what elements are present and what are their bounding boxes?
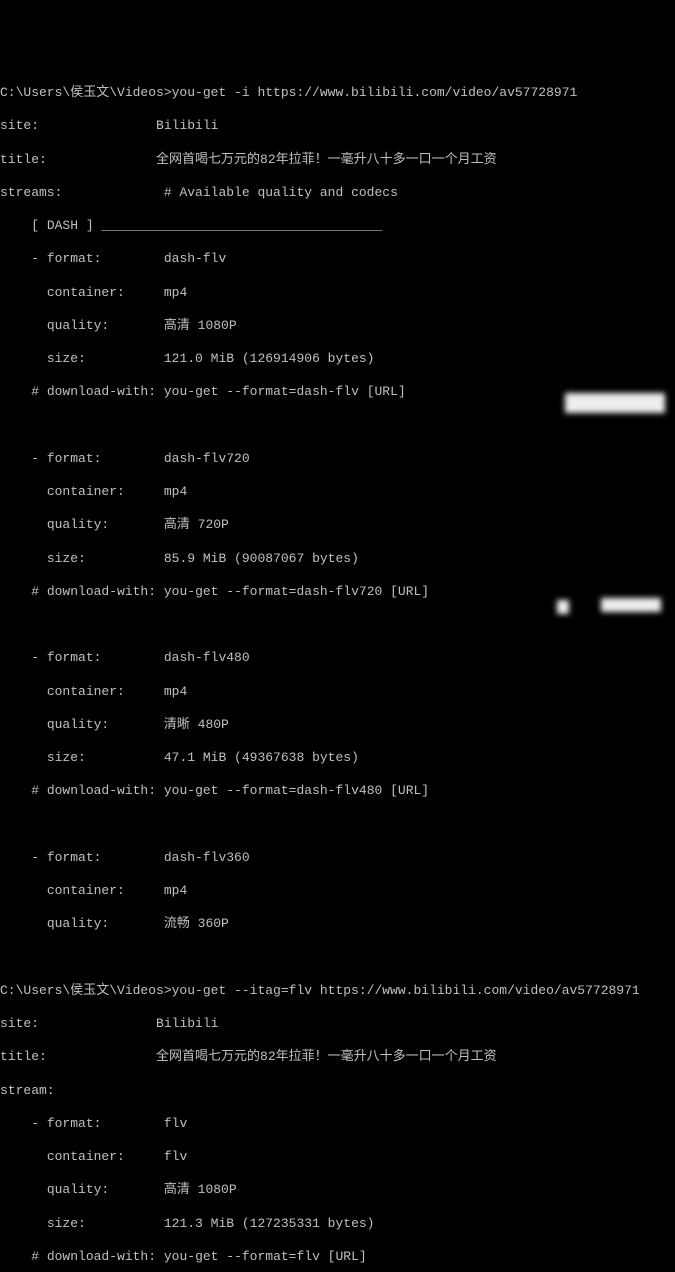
blank — [0, 418, 675, 435]
command-text: you-get -i https://www.bilibili.com/vide… — [172, 85, 578, 100]
streams-line: streams: # Available quality and codecs — [0, 185, 675, 202]
redacted-region — [557, 600, 569, 614]
f4-container: container: mp4 — [0, 883, 675, 900]
f4-quality: quality: 流畅 360P — [0, 916, 675, 933]
f3-size: size: 47.1 MiB (49367638 bytes) — [0, 750, 675, 767]
prompt: C:\Users\侯玉文\Videos> — [0, 85, 172, 100]
f5-container: container: flv — [0, 1149, 675, 1166]
blank — [0, 950, 675, 967]
title-line: title: 全网首喝七万元的82年拉菲！一毫升八十多一口一个月工资 — [0, 152, 675, 169]
site-line: site: Bilibili — [0, 118, 675, 135]
f3-quality: quality: 清晰 480P — [0, 717, 675, 734]
command-text: you-get --itag=flv https://www.bilibili.… — [172, 983, 640, 998]
f5-quality: quality: 高清 1080P — [0, 1182, 675, 1199]
blank — [0, 617, 675, 634]
f2-size: size: 85.9 MiB (90087067 bytes) — [0, 551, 675, 568]
f4-format: - format: dash-flv360 — [0, 850, 675, 867]
f1-quality: quality: 高清 1080P — [0, 318, 675, 335]
f5-format: - format: flv — [0, 1116, 675, 1133]
dash-header: [ DASH ] _______________________________… — [0, 218, 675, 235]
f5-download: # download-with: you-get --format=flv [U… — [0, 1249, 675, 1266]
redacted-region — [565, 393, 665, 413]
f2-quality: quality: 高清 720P — [0, 517, 675, 534]
title2-line: title: 全网首喝七万元的82年拉菲！一毫升八十多一口一个月工资 — [0, 1049, 675, 1066]
blank — [0, 817, 675, 834]
f3-format: - format: dash-flv480 — [0, 650, 675, 667]
f1-container: container: mp4 — [0, 285, 675, 302]
f3-download: # download-with: you-get --format=dash-f… — [0, 783, 675, 800]
f5-size: size: 121.3 MiB (127235331 bytes) — [0, 1216, 675, 1233]
f2-format: - format: dash-flv720 — [0, 451, 675, 468]
command-line-1: C:\Users\侯玉文\Videos>you-get -i https://w… — [0, 85, 675, 102]
f1-size: size: 121.0 MiB (126914906 bytes) — [0, 351, 675, 368]
f2-download: # download-with: you-get --format=dash-f… — [0, 584, 675, 601]
site2-line: site: Bilibili — [0, 1016, 675, 1033]
redacted-region — [601, 598, 661, 612]
prompt: C:\Users\侯玉文\Videos> — [0, 983, 172, 998]
f2-container: container: mp4 — [0, 484, 675, 501]
f3-container: container: mp4 — [0, 684, 675, 701]
command-line-2: C:\Users\侯玉文\Videos>you-get --itag=flv h… — [0, 983, 675, 1000]
f1-format: - format: dash-flv — [0, 251, 675, 268]
stream2-line: stream: — [0, 1083, 675, 1100]
terminal-output[interactable]: C:\Users\侯玉文\Videos>you-get -i https://w… — [0, 69, 675, 1272]
